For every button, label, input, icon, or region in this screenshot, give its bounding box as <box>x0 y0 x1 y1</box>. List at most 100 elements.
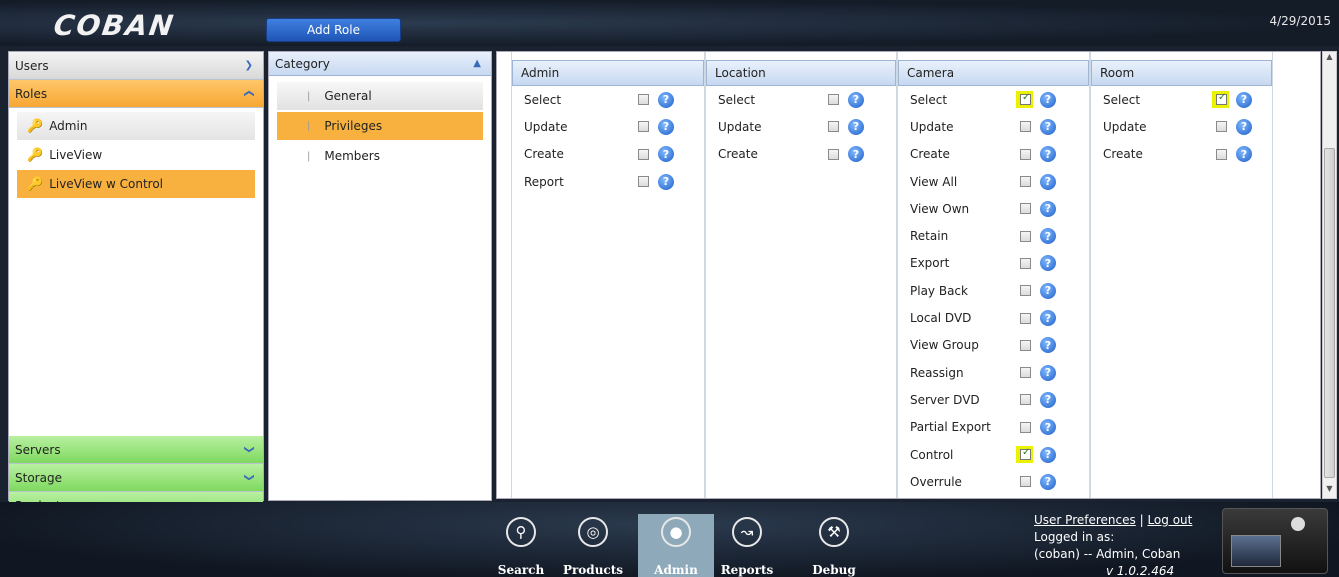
privilege-row: View Group? <box>898 332 1089 359</box>
users-section-header[interactable]: Users ❯ <box>9 52 263 80</box>
help-icon[interactable]: ? <box>1040 91 1056 108</box>
help-icon[interactable]: ? <box>1040 364 1056 381</box>
help-icon[interactable]: ? <box>1236 146 1252 163</box>
user-preferences-link[interactable]: User Preferences <box>1034 513 1136 527</box>
help-icon[interactable]: ? <box>1236 118 1252 135</box>
role-item-liveview[interactable]: 🔑 LiveView <box>17 141 255 169</box>
help-icon[interactable]: ? <box>658 173 674 190</box>
privilege-row: Update? <box>706 113 896 140</box>
storage-section-header[interactable]: Storage ❯ <box>9 464 263 492</box>
privilege-checkbox[interactable] <box>828 121 839 133</box>
privilege-row: Create? <box>512 141 704 168</box>
privilege-label: Retain <box>910 229 949 244</box>
help-icon[interactable]: ? <box>1040 419 1056 436</box>
help-icon[interactable]: ? <box>1040 282 1056 299</box>
privilege-checkbox[interactable] <box>1020 312 1031 324</box>
help-icon[interactable]: ? <box>1040 337 1056 354</box>
privilege-checkbox[interactable] <box>1216 121 1227 133</box>
help-icon[interactable]: ? <box>848 91 864 108</box>
privilege-checkbox[interactable] <box>828 148 839 160</box>
privilege-row: Control? <box>898 441 1089 468</box>
privilege-checkbox[interactable] <box>1020 367 1031 379</box>
privilege-row: Update? <box>1091 113 1272 140</box>
roles-section-header[interactable]: Roles ❯ <box>9 80 263 108</box>
logout-link[interactable]: Log out <box>1147 513 1192 527</box>
category-header[interactable]: Category ▲ <box>269 52 491 76</box>
role-item-liveview-w-control[interactable]: 🔑 LiveView w Control <box>17 170 255 198</box>
privilege-label: Server DVD <box>910 392 980 407</box>
nav-products[interactable]: ◎ Products <box>555 514 631 577</box>
privilege-checkbox[interactable] <box>1020 92 1031 106</box>
privilege-checkbox[interactable] <box>638 176 649 188</box>
help-icon[interactable]: ? <box>1040 146 1056 163</box>
privilege-checkbox[interactable] <box>1020 421 1031 433</box>
privilege-row: Local DVD? <box>898 304 1089 331</box>
privilege-checkbox[interactable] <box>1020 257 1031 269</box>
nav-label: Search <box>497 563 545 577</box>
privilege-checkbox[interactable] <box>1020 121 1031 133</box>
help-icon[interactable]: ? <box>1040 200 1056 217</box>
nav-debug[interactable]: ⚒ Debug <box>796 514 872 577</box>
category-label: Category <box>275 56 330 71</box>
privilege-checkbox[interactable] <box>1020 339 1031 351</box>
privilege-row: Report? <box>512 168 704 195</box>
privilege-checkbox[interactable] <box>1020 230 1031 242</box>
privilege-checkbox[interactable] <box>1020 447 1031 460</box>
category-item-privileges[interactable]: | Privileges <box>277 112 483 140</box>
privilege-checkbox[interactable] <box>1020 285 1031 297</box>
search-icon: ⚲ <box>506 517 536 547</box>
privilege-checkbox[interactable] <box>828 94 839 106</box>
privilege-label: View Group <box>910 338 979 353</box>
help-icon[interactable]: ? <box>1236 91 1252 108</box>
privilege-label: Reassign <box>910 365 964 380</box>
privilege-row: Select? <box>706 86 896 113</box>
bullet-icon: | <box>307 120 311 132</box>
privilege-checkbox[interactable] <box>1216 92 1227 106</box>
help-icon[interactable]: ? <box>1040 173 1056 190</box>
help-icon[interactable]: ? <box>1040 255 1056 272</box>
privilege-row: Update? <box>512 113 704 140</box>
storage-label: Storage <box>15 470 62 485</box>
privilege-row: Reassign? <box>898 359 1089 386</box>
scroll-thumb[interactable] <box>1324 148 1335 478</box>
nav-search[interactable]: ⚲ Search <box>483 514 559 577</box>
scroll-up-arrow-icon[interactable]: ▲ <box>1323 52 1336 66</box>
nav-admin[interactable]: ● Admin <box>638 514 714 577</box>
help-icon[interactable]: ? <box>848 118 864 135</box>
privileges-scrollbar[interactable]: ▲ ▼ <box>1322 51 1337 499</box>
nav-reports[interactable]: ↝ Reports <box>709 514 785 577</box>
privilege-checkbox[interactable] <box>1216 148 1227 160</box>
help-icon[interactable]: ? <box>1040 446 1056 463</box>
help-icon[interactable]: ? <box>1040 228 1056 245</box>
camera-privileges-rows: Select?Update?Create?View All?View Own?R… <box>898 86 1089 495</box>
admin-privileges-column: Admin Select? Update? Create? Report? <box>511 52 705 498</box>
help-icon[interactable]: ? <box>1040 118 1056 135</box>
servers-section-header[interactable]: Servers ❯ <box>9 436 263 464</box>
privilege-label: Select <box>524 92 562 107</box>
help-icon[interactable]: ? <box>658 118 674 135</box>
help-icon[interactable]: ? <box>1040 310 1056 327</box>
help-icon[interactable]: ? <box>658 91 674 108</box>
add-role-button[interactable]: Add Role <box>266 18 401 42</box>
help-icon[interactable]: ? <box>848 146 864 163</box>
help-icon[interactable]: ? <box>1040 473 1056 490</box>
help-icon[interactable]: ? <box>658 146 674 163</box>
category-item-members[interactable]: | Members <box>277 142 483 170</box>
help-icon[interactable]: ? <box>1040 391 1056 408</box>
privilege-checkbox[interactable] <box>1020 203 1031 215</box>
privilege-checkbox[interactable] <box>1020 148 1031 160</box>
role-item-admin[interactable]: 🔑 Admin <box>17 112 255 140</box>
category-item-general[interactable]: | General <box>277 82 483 110</box>
privilege-label: Play Back <box>910 283 968 298</box>
privilege-checkbox[interactable] <box>1020 176 1031 188</box>
privilege-checkbox[interactable] <box>1020 394 1031 406</box>
privilege-checkbox[interactable] <box>638 94 649 106</box>
scroll-down-arrow-icon[interactable]: ▼ <box>1323 484 1336 498</box>
privilege-checkbox[interactable] <box>638 121 649 133</box>
privilege-checkbox[interactable] <box>638 148 649 160</box>
privilege-label: Local DVD <box>910 311 972 326</box>
privilege-row: Overrule? <box>898 468 1089 495</box>
privileges-panel: Admin Select? Update? Create? Report? Locat… <box>496 51 1321 499</box>
chart-icon: ↝ <box>732 517 762 547</box>
privilege-checkbox[interactable] <box>1020 476 1031 488</box>
